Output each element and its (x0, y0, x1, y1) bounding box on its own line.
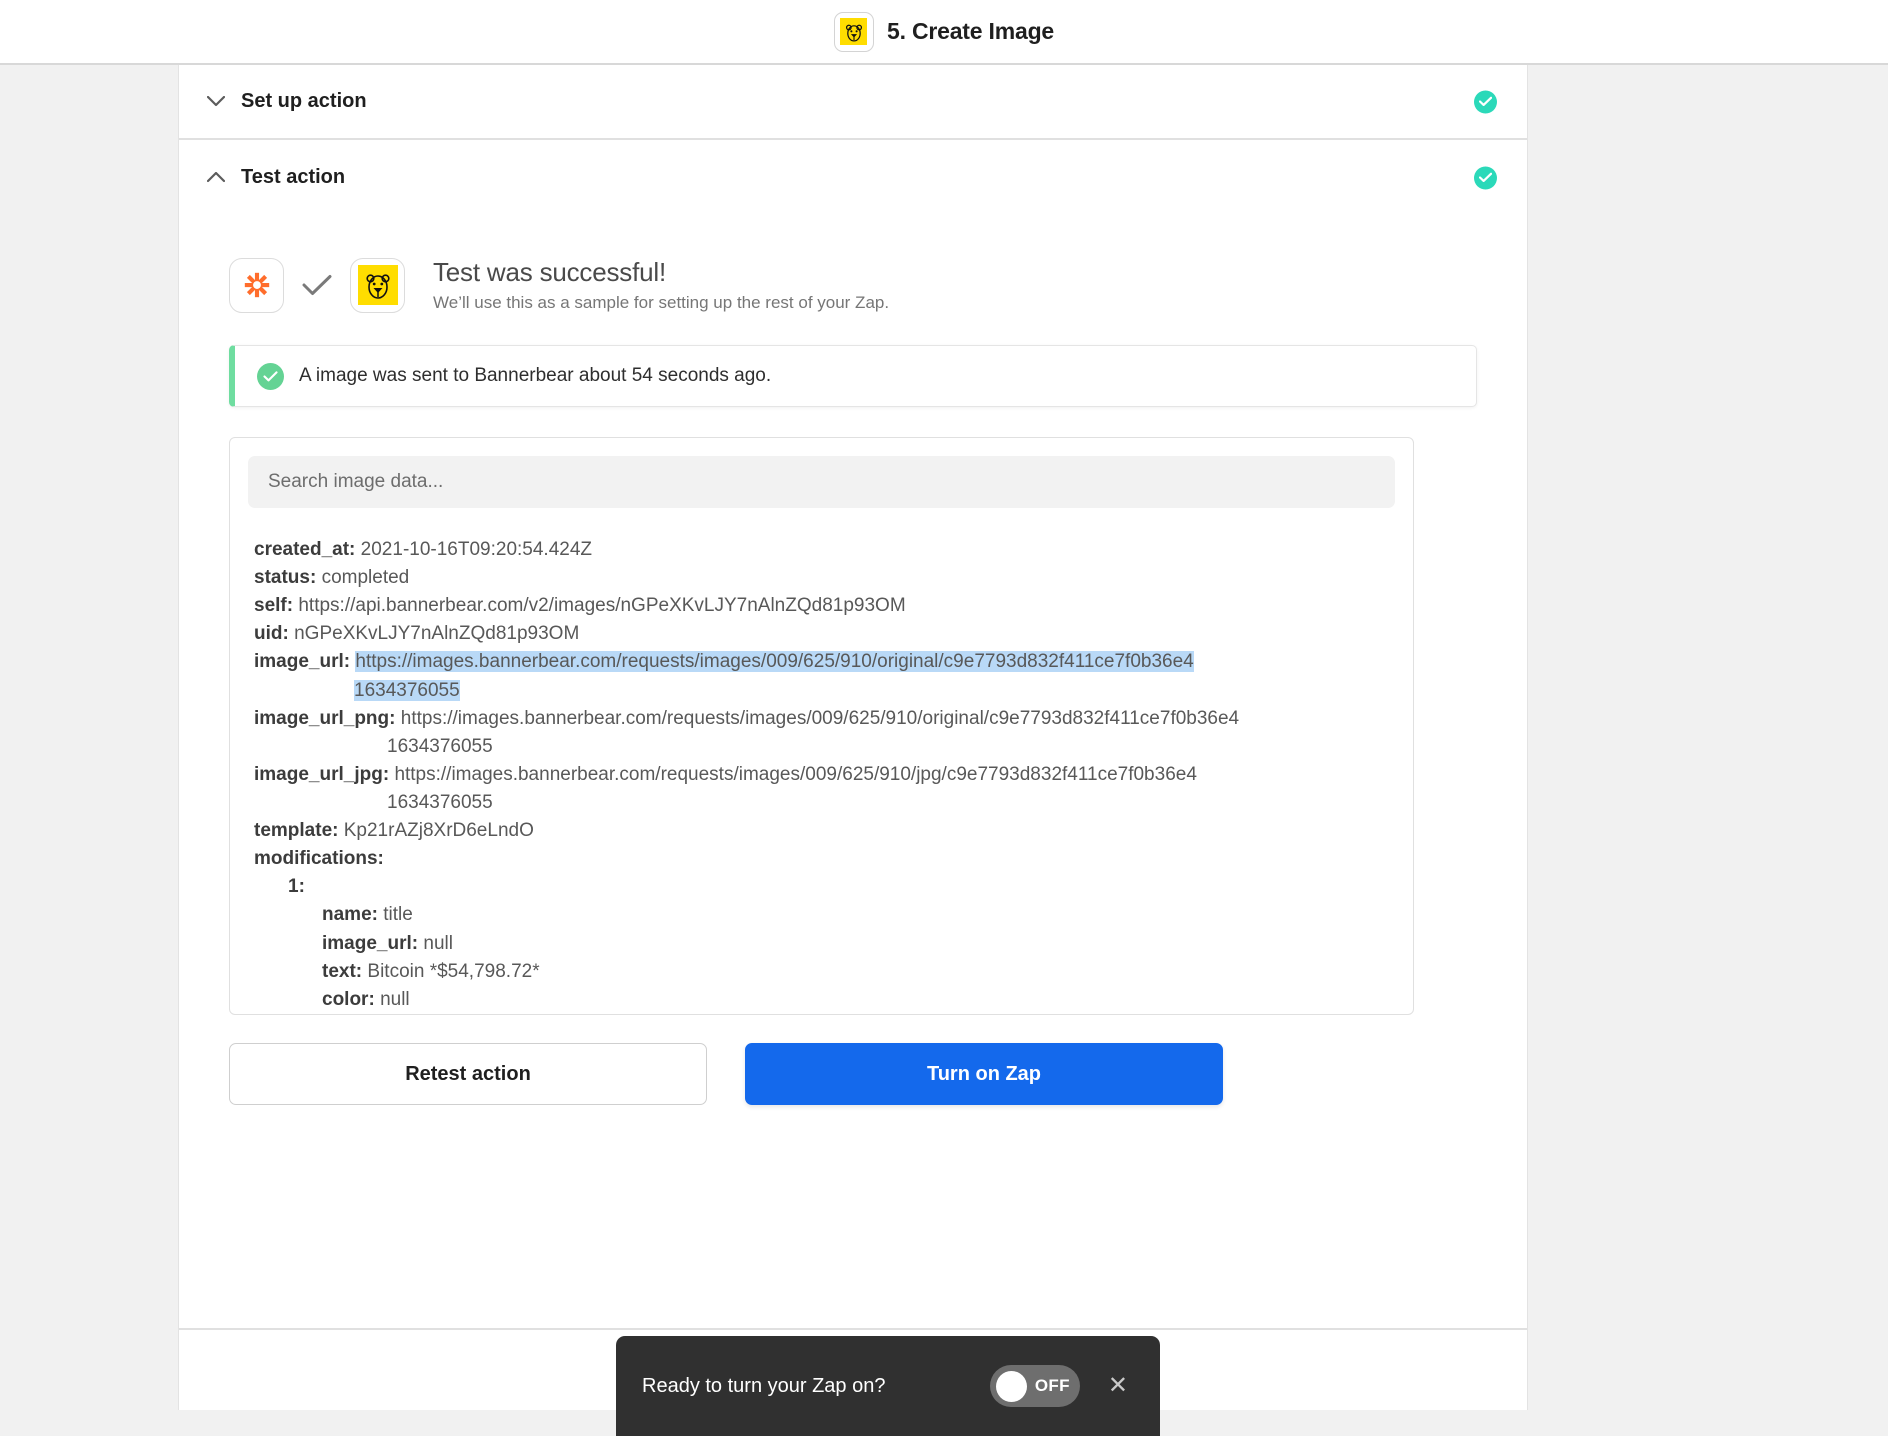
search-input[interactable] (268, 471, 1395, 493)
test-success-heading: Test was successful! (433, 257, 666, 287)
data-row-mod-image-url: image_url: null (254, 930, 1395, 958)
data-row-modifications: modifications: (254, 845, 1395, 873)
data-value-mod-color: null (380, 988, 410, 1010)
data-value-self: https://api.bannerbear.com/v2/images/nGP… (298, 595, 906, 617)
data-key-template: template: (254, 820, 339, 842)
section-test-action[interactable]: Test action (179, 140, 1527, 215)
test-result-text: Test was successful! We’ll use this as a… (433, 257, 889, 313)
test-action-buttons: Retest action Turn on Zap (229, 1043, 1477, 1105)
data-key-modifications: modifications: (254, 848, 384, 870)
image-data-panel[interactable]: created_at: 2021-10-16T09:20:54.424Z sta… (229, 437, 1414, 1015)
retest-action-button[interactable]: Retest action (229, 1043, 707, 1105)
bannerbear-bear-glyph (357, 265, 398, 305)
toggle-state-label: OFF (1034, 1376, 1070, 1395)
test-success-subheading: We’ll use this as a sample for setting u… (433, 293, 890, 312)
data-key-image-url-jpg: image_url_jpg: (254, 763, 390, 785)
data-key-created-at: created_at: (254, 539, 356, 560)
data-value-template: Kp21rAZj8XrD6eLndO (343, 820, 534, 842)
section-setup-action[interactable]: Set up action (179, 65, 1527, 140)
test-action-body: Test was successful! We’ll use this as a… (179, 215, 1527, 1105)
data-row-uid: uid: nGPeXKvLJY7nAlnZQd81p93OM (254, 620, 1395, 648)
top-bar: 5. Create Image (0, 0, 1888, 65)
page-title: 5. Create Image (886, 18, 1055, 44)
data-key-mod-image-url: image_url: (322, 932, 419, 954)
top-bar-inner: 5. Create Image (833, 11, 1055, 52)
data-value-mod-name: title (383, 904, 413, 926)
data-row-created-at: created_at: 2021-10-16T09:20:54.424Z (254, 536, 1395, 564)
data-value-image-url-png: https://images.bannerbear.com/requests/i… (400, 707, 1240, 729)
data-value-image-url-jpg-line2: 1634376055 (387, 791, 493, 813)
bannerbear-app-chip (833, 11, 874, 52)
test-action-status-check-icon (1474, 166, 1497, 189)
data-row-mod-background: background: null (254, 1014, 1395, 1015)
data-value-status: completed (321, 567, 410, 589)
search-image-data-box[interactable] (248, 456, 1395, 508)
toggle-knob (995, 1370, 1027, 1402)
test-connection-check-icon (302, 274, 332, 296)
data-row-mod-name: name: title (254, 901, 1395, 929)
data-row-status: status: completed (254, 564, 1395, 592)
setup-action-status-check-icon (1474, 90, 1497, 113)
zapier-editor-page: 5. Create Image Set up action Test actio… (0, 0, 1888, 1436)
chevron-down-icon[interactable] (201, 87, 231, 117)
data-row-mod-index: 1: (254, 873, 1395, 901)
data-key-status: status: (254, 567, 317, 589)
data-row-image-url-jpg: image_url_jpg: https://images.bannerbear… (254, 761, 1395, 817)
data-key-image-url: image_url: (254, 651, 351, 673)
data-key-mod-text: text: (322, 960, 363, 982)
turn-on-zap-toast: Ready to turn your Zap on? OFF ✕ (616, 1336, 1160, 1436)
data-value-image-url: https://images.bannerbear.com/requests/i… (355, 651, 1194, 673)
data-key-mod-index: 1: (288, 876, 305, 898)
bannerbear-icon (350, 257, 405, 313)
data-key-image-url-png: image_url_png: (254, 707, 396, 729)
data-value-image-url-line2: 1634376055 (254, 677, 1395, 705)
check-circle-icon (257, 362, 284, 390)
data-row-image-url-png: image_url_png: https://images.bannerbear… (254, 705, 1395, 761)
section-setup-action-label: Set up action (241, 90, 367, 112)
zap-on-off-toggle[interactable]: OFF (989, 1365, 1080, 1407)
chevron-up-icon[interactable] (201, 163, 231, 193)
data-row-mod-text: text: Bitcoin *$54,798.72* (254, 958, 1395, 986)
test-notice-banner: A image was sent to Bannerbear about 54 … (229, 345, 1477, 407)
data-value-mod-text: Bitcoin *$54,798.72* (367, 960, 540, 982)
data-key-uid: uid: (254, 623, 289, 645)
data-value-mod-image-url: null (423, 932, 453, 954)
data-key-mod-name: name: (322, 904, 378, 926)
zapier-icon (229, 257, 284, 313)
data-row-self: self: https://api.bannerbear.com/v2/imag… (254, 592, 1395, 620)
test-result-header: Test was successful! We’ll use this as a… (229, 257, 1477, 313)
data-row-mod-color: color: null (254, 986, 1395, 1014)
action-card: Set up action Test action Test was succe… (178, 65, 1528, 1410)
data-row-image-url: image_url: https://images.bannerbear.com… (254, 648, 1395, 704)
test-notice-text: A image was sent to Bannerbear about 54 … (299, 365, 772, 386)
turn-on-zap-button[interactable]: Turn on Zap (745, 1043, 1223, 1105)
section-test-action-label: Test action (241, 166, 346, 188)
data-value-uid: nGPeXKvLJY7nAlnZQd81p93OM (294, 623, 580, 645)
data-value-image-url-jpg: https://images.bannerbear.com/requests/i… (394, 763, 1197, 785)
image-data-list: created_at: 2021-10-16T09:20:54.424Z sta… (248, 536, 1395, 1015)
data-key-self: self: (254, 595, 294, 617)
close-icon[interactable]: ✕ (1102, 1368, 1134, 1404)
bannerbear-bear-icon (840, 18, 868, 45)
data-value-image-url-line2-text: 1634376055 (354, 679, 460, 701)
data-key-mod-color: color: (322, 988, 375, 1010)
toast-message: Ready to turn your Zap on? (642, 1374, 886, 1397)
data-value-created-at: 2021-10-16T09:20:54.424Z (360, 539, 593, 560)
data-value-image-url-png-line2: 1634376055 (387, 735, 493, 757)
data-row-template: template: Kp21rAZj8XrD6eLndO (254, 817, 1395, 845)
